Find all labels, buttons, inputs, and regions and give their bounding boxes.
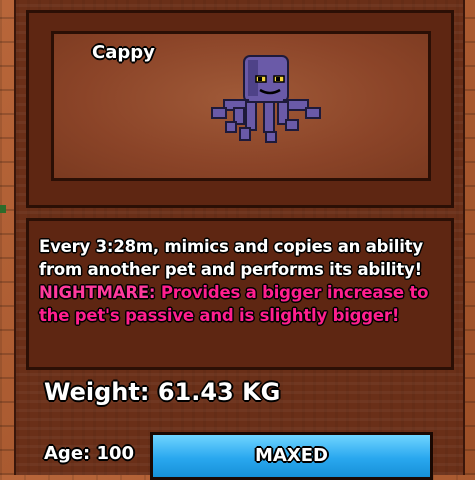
pet-weight: Weight: 61.43 KG — [44, 378, 281, 406]
pet-age: Age: 100 — [44, 443, 135, 464]
pet-portrait-frame: Cappy — [26, 10, 454, 208]
nightmare-description-line-2: the pet's passive and is slightly bigger… — [39, 306, 400, 325]
ability-description-line-1: Every 3:28m, mimics and copies an abilit… — [39, 237, 423, 256]
side-marker — [0, 205, 6, 213]
age-progress-bar: MAXED — [150, 432, 433, 480]
age-status-label: MAXED — [255, 445, 328, 466]
pet-portrait: Cappy — [51, 31, 431, 181]
nightmare-label: NIGHTMARE: — [39, 283, 156, 302]
pet-name: Cappy — [92, 42, 155, 63]
nightmare-description-line-1: NIGHTMARE: Provides a bigger increase to — [39, 281, 441, 304]
octopus-pet-icon — [211, 55, 321, 143]
nightmare-description-text: Provides a bigger increase to — [155, 283, 429, 302]
pet-description-box: Every 3:28m, mimics and copies an abilit… — [26, 218, 454, 370]
ability-description-line-2: from another pet and performs its abilit… — [39, 260, 422, 279]
